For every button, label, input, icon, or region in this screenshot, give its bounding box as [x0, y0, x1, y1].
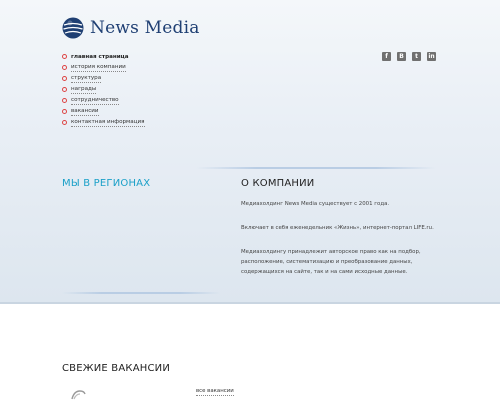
- about-paragraph: Медиахолдинг News Media существует с 200…: [241, 201, 390, 207]
- divider: [62, 292, 220, 294]
- facebook-icon[interactable]: f: [382, 52, 391, 61]
- section-divider: [0, 302, 500, 304]
- about-paragraph: Медиахолдингу принадлежит авторское прав…: [241, 249, 421, 275]
- logo-text: News Media: [90, 18, 200, 38]
- about-paragraph: Включает в себя еженедельник «Жизнь», ин…: [241, 225, 434, 231]
- bullet-icon: [62, 109, 67, 114]
- nav-item-contacts[interactable]: контактная информация: [62, 117, 145, 128]
- bullet-icon: [62, 65, 67, 70]
- bullet-icon: [62, 120, 67, 125]
- nav-item-label: главная страница: [71, 53, 129, 60]
- nav-item-label: контактная информация: [71, 119, 145, 127]
- nav-item-cooperation[interactable]: сотрудничество: [62, 95, 145, 106]
- linkedin-icon[interactable]: in: [427, 52, 436, 61]
- logo[interactable]: News Media: [62, 17, 200, 39]
- nav-item-label: вакансии: [71, 108, 99, 116]
- vacancies-title: СВЕЖИЕ ВАКАНСИИ: [62, 363, 171, 374]
- divider: [196, 167, 436, 169]
- globe-logo-icon: [62, 17, 84, 39]
- nav-item-structure[interactable]: структура: [62, 73, 145, 84]
- all-vacancies-link[interactable]: все вакансии: [196, 388, 234, 396]
- nav-item-awards[interactable]: награды: [62, 84, 145, 95]
- about-title: О КОМПАНИИ: [241, 178, 315, 189]
- nav-item-vacancies[interactable]: вакансии: [62, 106, 145, 117]
- bullet-icon: [62, 87, 67, 92]
- bullet-icon: [62, 76, 67, 81]
- vkontakte-icon[interactable]: B: [397, 52, 406, 61]
- twitter-icon[interactable]: t: [412, 52, 421, 61]
- nav-item-label: награды: [71, 86, 97, 94]
- header-area: News Media главная страница история комп…: [0, 0, 500, 302]
- nav-item-home[interactable]: главная страница: [62, 51, 145, 62]
- nav-item-label: структура: [71, 75, 102, 83]
- nav-item-label: сотрудничество: [71, 97, 119, 105]
- social-links: f B t in: [382, 52, 436, 61]
- vacancy-logo-icon: [71, 390, 86, 400]
- nav-item-label: история компании: [71, 64, 126, 72]
- regions-title[interactable]: МЫ В РЕГИОНАХ: [62, 178, 150, 189]
- nav-item-history[interactable]: история компании: [62, 62, 145, 73]
- bullet-icon: [62, 98, 67, 103]
- bullet-icon: [62, 54, 67, 59]
- main-nav: главная страница история компании структ…: [62, 51, 145, 128]
- about-text: Медиахолдинг News Media существует с 200…: [241, 199, 441, 291]
